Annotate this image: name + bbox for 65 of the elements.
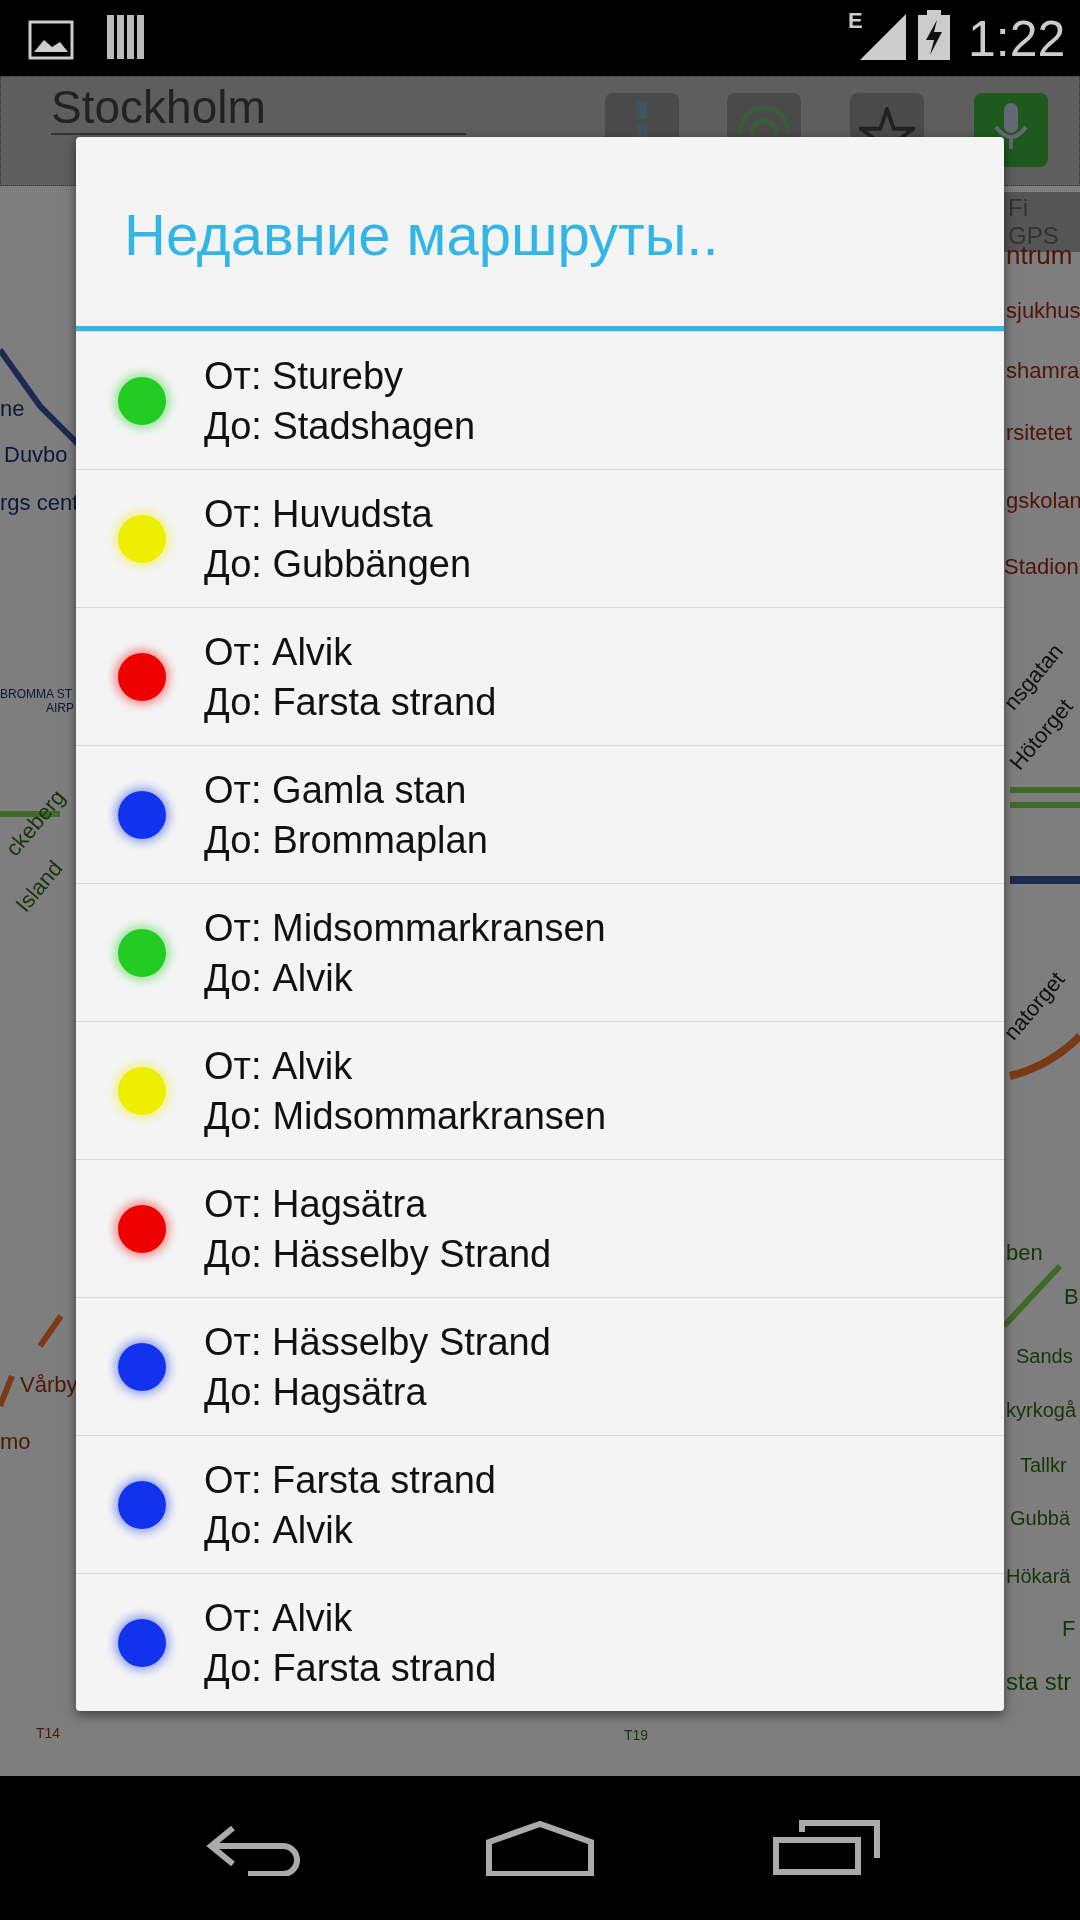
star-icon — [859, 107, 915, 137]
recent-apps-icon[interactable] — [771, 1820, 882, 1876]
station-label: F — [1062, 1618, 1076, 1640]
clock: 1:22 — [968, 10, 1066, 68]
station-label: rgs cent — [0, 492, 79, 514]
route-from: От: Alvik — [204, 1595, 354, 1640]
station-label: B — [1064, 1286, 1079, 1308]
route-to: До: Alvik — [204, 955, 354, 1000]
station-label: Duvbo — [4, 444, 68, 466]
route-from: От: Midsommarkransen — [204, 905, 606, 950]
station-label: gskolan — [1006, 490, 1080, 512]
picture-icon — [28, 20, 74, 60]
route-from: От: Alvik — [204, 629, 354, 674]
route-to: До: Brommaplan — [204, 817, 488, 862]
route-from: От: Hagsätra — [204, 1181, 428, 1226]
station-label: Tallkr — [1020, 1455, 1067, 1475]
station-label: Stadion — [1004, 556, 1079, 578]
route-from: От: Hässelby Strand — [204, 1319, 551, 1364]
route-to: До: Hagsätra — [204, 1369, 428, 1414]
station-label: shamra — [1006, 360, 1080, 382]
route-to: До: Gubbängen — [204, 541, 472, 586]
station-label: ben — [1006, 1242, 1043, 1264]
route-from: От: Gamla stan — [204, 767, 468, 812]
route-item[interactable]: От: Farsta strand До: Alvik — [76, 1435, 1004, 1573]
route-from: От: Huvudsta — [204, 491, 434, 536]
route-to: До: Farsta strand — [204, 679, 497, 724]
station-label: kyrkogå — [1006, 1400, 1077, 1420]
station-label: T19 — [624, 1728, 649, 1742]
route-from: От: Farsta strand — [204, 1457, 496, 1502]
station-label: Hökarä — [1006, 1566, 1071, 1586]
station-label: rsitetet — [1006, 422, 1073, 444]
station-label: Vårby — [20, 1374, 78, 1396]
station-label: Sands — [1016, 1346, 1073, 1366]
dialog-title: Недавние маршруты.. — [76, 137, 1004, 331]
station-label: sjukhus — [1006, 300, 1080, 322]
route-from: От: Alvik — [204, 1043, 354, 1088]
route-to: До: Midsommarkransen — [204, 1093, 607, 1138]
station-label: T14 — [36, 1726, 61, 1740]
battery-charging-icon — [918, 10, 950, 60]
route-item[interactable]: От: Alvik До: Farsta strand — [76, 1573, 1004, 1711]
station-label: AIRP — [46, 702, 74, 714]
route-to: До: Hässelby Strand — [204, 1231, 552, 1276]
route-item[interactable]: От: Hässelby Strand До: Hagsätra — [76, 1297, 1004, 1435]
route-to: До: Stadshagen — [204, 403, 476, 448]
station-label: sta str — [1006, 1670, 1072, 1694]
route-to: До: Farsta strand — [204, 1645, 497, 1690]
bars-icon — [106, 14, 146, 60]
route-to: До: Alvik — [204, 1507, 354, 1552]
route-item[interactable]: От: Hagsätra До: Hässelby Strand — [76, 1159, 1004, 1297]
station-label: mo — [0, 1431, 31, 1453]
route-item[interactable]: От: Midsommarkransen До: Alvik — [76, 883, 1004, 1021]
network-type: E — [848, 8, 863, 34]
route-item[interactable]: От: Huvudsta До: Gubbängen — [76, 469, 1004, 607]
route-item[interactable]: От: Stureby До: Stadshagen — [76, 331, 1004, 469]
microphone-icon — [994, 101, 1028, 151]
station-label: ne — [0, 398, 25, 420]
station-label: Gubbä — [1010, 1508, 1071, 1528]
route-item[interactable]: От: Alvik До: Midsommarkransen — [76, 1021, 1004, 1159]
route-item[interactable]: От: Alvik До: Farsta strand — [76, 607, 1004, 745]
target-icon — [737, 105, 791, 135]
home-icon[interactable] — [485, 1820, 595, 1876]
signal-icon — [860, 14, 906, 60]
route-from: От: Stureby — [204, 353, 405, 398]
station-label: BROMMA ST — [0, 688, 72, 700]
route-item[interactable]: От: Gamla stan До: Brommaplan — [76, 745, 1004, 883]
